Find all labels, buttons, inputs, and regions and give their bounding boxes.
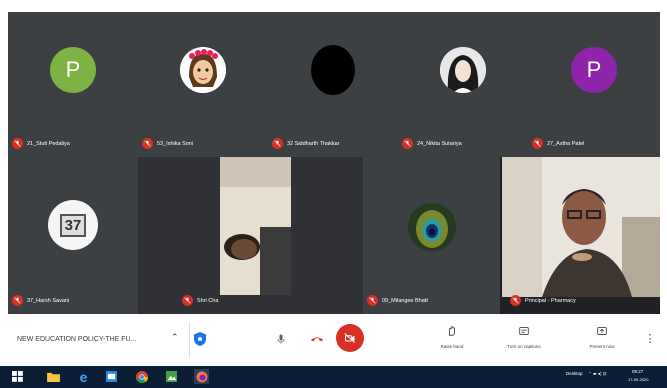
- captions-label: Turn on captions: [507, 344, 541, 349]
- participant-info: 09_Milangee Bhatt: [367, 295, 428, 306]
- present-now-button[interactable]: Present now: [582, 324, 622, 349]
- participant-tile[interactable]: 53_Ishika Soni: [138, 12, 268, 157]
- photo-avatar-icon: [440, 47, 486, 93]
- tray-icons[interactable]: ⌃ ▰ ◂) ⊡: [588, 371, 607, 377]
- participant-tile[interactable]: P 21_Stuti Pedaliya: [8, 12, 138, 157]
- mic-off-icon: [182, 295, 193, 306]
- participant-tile[interactable]: Principal - Pharmacy: [500, 157, 660, 314]
- participant-tile[interactable]: 09_Milangee Bhatt: [363, 157, 500, 314]
- participant-name: 53_Ishika Soni: [157, 140, 194, 147]
- chevron-up-icon[interactable]: ⌃: [171, 332, 179, 343]
- participant-name: Principal - Pharmacy: [525, 297, 576, 304]
- participant-info: 37_Harsh Savani: [12, 295, 69, 306]
- windows-start-icon[interactable]: [10, 369, 25, 384]
- participant-name: 32 Siddharth Thakkar: [287, 140, 340, 147]
- mic-off-icon: [402, 138, 413, 149]
- video-feed: [220, 157, 291, 295]
- mic-off-icon: [367, 295, 378, 306]
- microphone-button[interactable]: [273, 331, 289, 347]
- avatar-number-label: 37: [59, 213, 87, 237]
- video-feed: [502, 157, 660, 297]
- avatar: P: [50, 47, 96, 93]
- raise-hand-button[interactable]: Raise hand: [432, 324, 472, 349]
- dark-avatar-icon: [311, 45, 355, 95]
- desktop-label[interactable]: Desktop: [566, 371, 583, 376]
- participant-info: 53_Ishika Soni: [142, 138, 193, 149]
- windows-taskbar: e Desktop ⌃ ▰ ◂) ⊡ 09:27 17-09-2020: [0, 366, 667, 388]
- participant-info: 27_Astha Patel: [532, 138, 584, 149]
- number-avatar: 37: [48, 200, 98, 250]
- camera-off-button[interactable]: [336, 324, 364, 352]
- meet-grid: P 21_Stuti Pedaliya 53_Ishika Soni 32 Si…: [8, 12, 660, 314]
- participant-tile[interactable]: 32 Siddharth Thakkar: [268, 12, 398, 157]
- camera-off-icon: [344, 333, 355, 343]
- participant-info: 24_Nikita Sutariya: [402, 138, 462, 149]
- firefox-icon[interactable]: [194, 369, 209, 384]
- captions-icon: [517, 324, 531, 338]
- mic-off-icon: [532, 138, 543, 149]
- participant-tile[interactable]: Shri Cha: [138, 157, 363, 314]
- mic-off-icon: [272, 138, 283, 149]
- mic-off-icon: [12, 138, 23, 149]
- participant-tile[interactable]: 24_Nikita Sutariya: [398, 12, 528, 157]
- chrome-icon[interactable]: [134, 369, 149, 384]
- more-options-icon[interactable]: ⋮: [645, 332, 656, 346]
- avatar: P: [571, 47, 617, 93]
- participant-name: Shri Cha: [197, 297, 219, 304]
- participant-info: 32 Siddharth Thakkar: [272, 138, 340, 149]
- mic-off-icon: [12, 295, 23, 306]
- hand-icon: [445, 324, 459, 338]
- participant-info: Principal - Pharmacy: [510, 295, 576, 306]
- leave-call-button[interactable]: [308, 331, 326, 347]
- participant-name: 27_Astha Patel: [547, 140, 585, 147]
- hang-up-icon: [311, 337, 323, 342]
- cartoon-girl-avatar-icon: [180, 47, 226, 93]
- participant-info: Shri Cha: [182, 295, 218, 306]
- peacock-feather-avatar-icon: [407, 203, 456, 251]
- participant-tile[interactable]: 37 37_Harsh Savani: [8, 157, 138, 314]
- participant-info: 21_Stuti Pedaliya: [12, 138, 70, 149]
- participant-name: 21_Stuti Pedaliya: [27, 140, 70, 147]
- app-window-icon[interactable]: [104, 369, 119, 384]
- participant-tile[interactable]: P 27_Astha Patel: [528, 12, 660, 157]
- raise-hand-label: Raise hand: [440, 344, 464, 349]
- participant-name: 37_Harsh Savani: [27, 297, 70, 304]
- meeting-title[interactable]: NEW EDUCATION POLICY-THE FU...: [17, 336, 136, 343]
- mic-off-icon: [510, 295, 521, 306]
- present-icon: [595, 324, 609, 338]
- microphone-icon: [277, 334, 285, 344]
- captions-button[interactable]: Turn on captions: [504, 324, 544, 349]
- participant-name: 09_Milangee Bhatt: [382, 297, 428, 304]
- participant-name: 24_Nikita Sutariya: [417, 140, 462, 147]
- mic-off-icon: [142, 138, 153, 149]
- present-now-label: Present now: [589, 344, 615, 349]
- toolbar-divider: [189, 322, 190, 358]
- clock-time[interactable]: 09:27: [632, 369, 643, 374]
- screen: P 21_Stuti Pedaliya 53_Ishika Soni 32 Si…: [0, 0, 667, 388]
- meeting-toolbar: NEW EDUCATION POLICY-THE FU... ⌃ Raise h…: [8, 314, 660, 366]
- shield-icon[interactable]: [194, 332, 206, 346]
- photos-app-icon[interactable]: [164, 369, 179, 384]
- internet-explorer-icon[interactable]: e: [76, 369, 91, 385]
- clock-date[interactable]: 17-09-2020: [628, 377, 648, 382]
- file-explorer-icon[interactable]: [46, 369, 61, 384]
